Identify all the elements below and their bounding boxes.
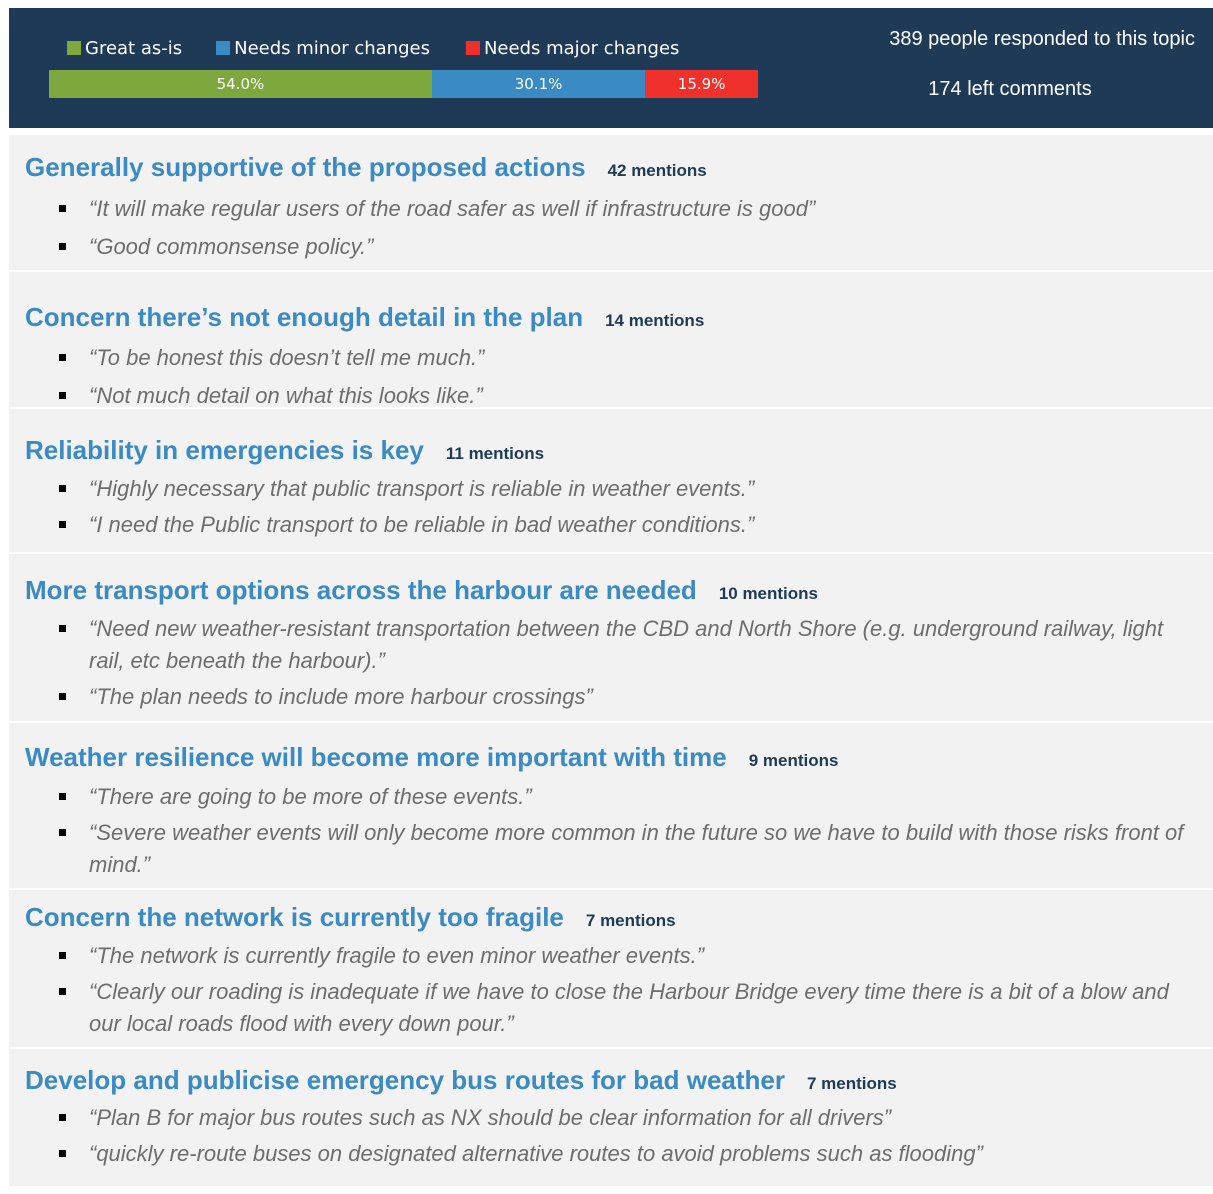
mentions-count: 9 mentions bbox=[748, 751, 839, 770]
legend-swatch-great bbox=[67, 41, 81, 55]
bar-label-major: 15.9% bbox=[677, 75, 726, 93]
quote-list: “There are going to be more of these eve… bbox=[9, 781, 1201, 881]
quote-list: “It will make regular users of the road … bbox=[9, 193, 1201, 263]
bar-segment-minor: 30.1% bbox=[431, 70, 646, 98]
quote-item: “Highly necessary that public transport … bbox=[9, 473, 1201, 505]
quote-text: “Plan B for major bus routes such as NX … bbox=[89, 1105, 892, 1130]
theme-heading: Concern the network is currently too fra… bbox=[25, 902, 676, 933]
bar-segment-great: 54.0% bbox=[49, 70, 432, 98]
quote-item: “There are going to be more of these eve… bbox=[9, 781, 1201, 813]
summary-header: Great as-is Needs minor changes Needs ma… bbox=[9, 8, 1213, 128]
mentions-count: 42 mentions bbox=[607, 161, 707, 180]
legend-label-great: Great as-is bbox=[85, 37, 183, 59]
bullet-icon bbox=[59, 693, 66, 700]
bullet-icon bbox=[59, 392, 66, 399]
quote-text: “There are going to be more of these eve… bbox=[89, 784, 532, 809]
theme-block: More transport options across the harbou… bbox=[9, 554, 1213, 723]
quote-item: “The plan needs to include more harbour … bbox=[9, 681, 1201, 713]
quote-text: “Severe weather events will only become … bbox=[89, 820, 1184, 877]
quote-text: “quickly re-route buses on designated al… bbox=[89, 1141, 983, 1166]
theme-list: Generally supportive of the proposed act… bbox=[9, 135, 1213, 1186]
quote-item: “Plan B for major bus routes such as NX … bbox=[9, 1102, 1201, 1134]
quote-item: “Good commonsense policy.” bbox=[9, 231, 1201, 263]
legend-item-major: Needs major changes bbox=[465, 37, 680, 59]
theme-heading: Develop and publicise emergency bus rout… bbox=[25, 1065, 897, 1096]
legend-item-great: Great as-is bbox=[67, 38, 182, 59]
legend: Great as-is Needs minor changes Needs ma… bbox=[67, 36, 713, 60]
theme-block: Weather resilience will become more impo… bbox=[9, 723, 1213, 890]
quote-item: “To be honest this doesn’t tell me much.… bbox=[9, 342, 1201, 374]
quote-item: “Need new weather-resistant transportati… bbox=[9, 613, 1201, 677]
quote-item: “I need the Public transport to be relia… bbox=[9, 509, 1201, 541]
legend-label-major: Needs major changes bbox=[483, 37, 680, 59]
quote-item: “Severe weather events will only become … bbox=[9, 817, 1201, 881]
legend-item-minor: Needs minor changes bbox=[216, 38, 430, 59]
bullet-icon bbox=[59, 354, 66, 361]
bullet-icon bbox=[59, 1114, 66, 1121]
quote-list: “The network is currently fragile to eve… bbox=[9, 940, 1201, 1040]
quote-item: “Clearly our roading is inadequate if we… bbox=[9, 976, 1201, 1040]
quote-item: “It will make regular users of the road … bbox=[9, 193, 1201, 225]
quote-text: “I need the Public transport to be relia… bbox=[89, 512, 755, 537]
quote-item: “Not much detail on what this looks like… bbox=[9, 380, 1201, 412]
quote-text: “Highly necessary that public transport … bbox=[89, 476, 755, 501]
theme-title: Generally supportive of the proposed act… bbox=[25, 152, 586, 182]
quote-text: “Good commonsense policy.” bbox=[89, 234, 374, 259]
quote-list: “Plan B for major bus routes such as NX … bbox=[9, 1102, 1201, 1170]
bullet-icon bbox=[59, 952, 66, 959]
theme-title: Weather resilience will become more impo… bbox=[25, 742, 727, 772]
legend-swatch-minor bbox=[216, 41, 231, 55]
legend-label-minor: Needs minor changes bbox=[234, 37, 430, 59]
quote-text: “Clearly our roading is inadequate if we… bbox=[89, 979, 1169, 1036]
theme-block: Generally supportive of the proposed act… bbox=[9, 135, 1213, 272]
mentions-count: 7 mentions bbox=[806, 1074, 897, 1093]
theme-block: Reliability in emergencies is key 11 men… bbox=[9, 409, 1213, 554]
theme-title: Concern there’s not enough detail in the… bbox=[25, 302, 584, 332]
bullet-icon bbox=[59, 625, 66, 632]
quote-text: “The plan needs to include more harbour … bbox=[89, 684, 593, 709]
bullet-icon bbox=[59, 1150, 66, 1157]
theme-heading: Generally supportive of the proposed act… bbox=[25, 152, 707, 183]
bar-label-minor: 30.1% bbox=[514, 75, 563, 93]
theme-heading: Concern there’s not enough detail in the… bbox=[25, 302, 704, 333]
bullet-icon bbox=[59, 988, 66, 995]
quote-text: “To be honest this doesn’t tell me much.… bbox=[89, 345, 485, 370]
quote-text: “Not much detail on what this looks like… bbox=[89, 383, 483, 408]
bullet-icon bbox=[59, 793, 66, 800]
quote-item: “The network is currently fragile to eve… bbox=[9, 940, 1201, 972]
quote-text: “The network is currently fragile to eve… bbox=[89, 943, 705, 968]
quote-list: “Highly necessary that public transport … bbox=[9, 473, 1201, 541]
theme-heading: More transport options across the harbou… bbox=[25, 575, 818, 606]
bullet-icon bbox=[59, 521, 66, 528]
theme-block: Concern the network is currently too fra… bbox=[9, 890, 1213, 1049]
comments-count: 174 left comments bbox=[928, 78, 1092, 100]
bar-segment-major: 15.9% bbox=[645, 70, 758, 98]
mentions-count: 10 mentions bbox=[718, 584, 819, 603]
bullet-icon bbox=[59, 829, 66, 836]
quote-list: “Need new weather-resistant transportati… bbox=[9, 613, 1201, 713]
mentions-count: 7 mentions bbox=[585, 911, 676, 930]
mentions-count: 14 mentions bbox=[605, 311, 705, 330]
bullet-icon bbox=[59, 205, 66, 212]
legend-swatch-major bbox=[465, 41, 480, 55]
quote-list: “To be honest this doesn’t tell me much.… bbox=[9, 342, 1201, 412]
quote-item: “quickly re-route buses on designated al… bbox=[9, 1138, 1201, 1170]
theme-title: Develop and publicise emergency bus rout… bbox=[25, 1065, 785, 1095]
bullet-icon bbox=[59, 243, 66, 250]
theme-heading: Reliability in emergencies is key 11 men… bbox=[25, 435, 544, 466]
theme-title: Reliability in emergencies is key bbox=[25, 435, 424, 465]
theme-title: More transport options across the harbou… bbox=[25, 575, 697, 605]
theme-heading: Weather resilience will become more impo… bbox=[25, 742, 838, 773]
theme-block: Concern there’s not enough detail in the… bbox=[9, 272, 1213, 409]
theme-title: Concern the network is currently too fra… bbox=[25, 902, 564, 932]
stacked-response-bar: 54.0% 30.1% 15.9% bbox=[49, 70, 758, 98]
quote-text: “Need new weather-resistant transportati… bbox=[89, 616, 1164, 673]
quote-text: “It will make regular users of the road … bbox=[89, 196, 816, 221]
mentions-count: 11 mentions bbox=[445, 444, 545, 463]
theme-block: Develop and publicise emergency bus rout… bbox=[9, 1049, 1213, 1186]
responded-count: 389 people responded to this topic bbox=[889, 28, 1195, 50]
bullet-icon bbox=[59, 485, 66, 492]
bar-label-great: 54.0% bbox=[216, 75, 265, 93]
